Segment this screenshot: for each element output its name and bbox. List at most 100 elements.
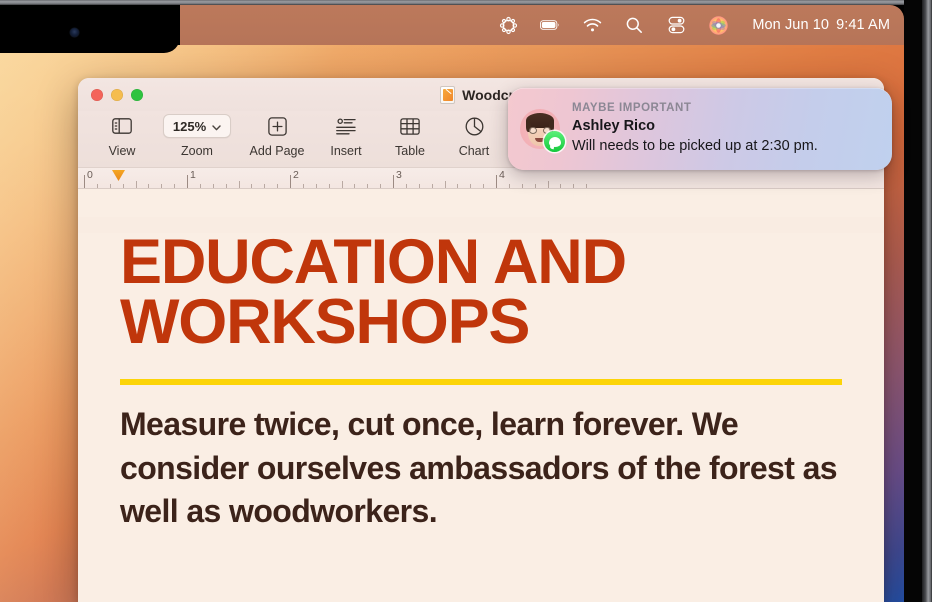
ruler-tick-minor bbox=[239, 181, 240, 188]
ruler-tick-major bbox=[187, 175, 188, 188]
ruler-tick-minor bbox=[213, 184, 214, 188]
ruler-tick-minor bbox=[123, 184, 124, 188]
control-center-icon[interactable] bbox=[666, 15, 686, 35]
document-ruler[interactable]: 0 1 2 3 4 bbox=[78, 167, 884, 189]
notification-banner[interactable]: MAYBE IMPORTANT Ashley Rico Will needs t… bbox=[508, 88, 892, 170]
ruler-tick-minor bbox=[329, 184, 330, 188]
notification-sender: Ashley Rico bbox=[572, 117, 655, 134]
messages-app-icon bbox=[544, 131, 565, 152]
ruler-tick-minor bbox=[445, 181, 446, 188]
ruler-tick-minor bbox=[483, 184, 484, 188]
first-line-indent-marker[interactable] bbox=[112, 170, 125, 181]
ruler-tick-minor bbox=[573, 184, 574, 188]
search-icon[interactable] bbox=[624, 15, 644, 35]
toolbar-chart-label: Chart bbox=[458, 144, 490, 158]
title-divider bbox=[120, 378, 842, 385]
ruler-mark-1: 1 bbox=[190, 169, 196, 181]
ruler-tick-minor bbox=[277, 184, 278, 188]
zoom-button[interactable] bbox=[131, 88, 143, 101]
traffic-lights bbox=[78, 88, 143, 101]
page-tagline: Measure twice, cut once, learn forever. … bbox=[120, 405, 838, 530]
toolbar-table-button[interactable]: Table bbox=[378, 114, 442, 158]
ruler-tick-major bbox=[84, 175, 85, 188]
toolbar-table-label: Table bbox=[395, 144, 425, 158]
page-top-margin bbox=[78, 189, 884, 217]
ruler-mark-2: 2 bbox=[293, 169, 299, 181]
ruler-tick-minor bbox=[380, 184, 381, 188]
ruler-tick-minor bbox=[251, 184, 252, 188]
ruler-tick-minor bbox=[586, 184, 587, 188]
ruler-tick-minor bbox=[560, 184, 561, 188]
ruler-tick-minor bbox=[316, 184, 317, 188]
insert-icon bbox=[336, 114, 356, 138]
ruler-tick-minor bbox=[161, 184, 162, 188]
ruler-mark-3: 3 bbox=[396, 169, 402, 181]
toolbar-add-page-button[interactable]: Add Page bbox=[240, 114, 314, 158]
ruler-tick-minor bbox=[535, 184, 536, 188]
toolbar-zoom-control[interactable]: 125% Zoom bbox=[154, 114, 240, 158]
ruler-tick-minor bbox=[457, 184, 458, 188]
toolbar-chart-button[interactable]: Chart bbox=[442, 114, 506, 158]
ruler-tick-minor bbox=[406, 184, 407, 188]
toolbar-add-page-label: Add Page bbox=[249, 144, 305, 158]
menu-bar-clock[interactable]: Mon Jun 10 9:41 AM bbox=[752, 17, 890, 33]
siri-icon[interactable] bbox=[498, 15, 518, 35]
laptop-screen: Mon Jun 10 9:41 AM Woodcra View 125% Zoo… bbox=[0, 0, 932, 602]
ruler-tick-minor bbox=[148, 184, 149, 188]
wifi-icon[interactable] bbox=[582, 15, 602, 35]
ruler-tick-minor bbox=[110, 184, 111, 188]
ruler-tick-minor bbox=[342, 181, 343, 188]
page-title: EDUCATION AND WORKSHOPS bbox=[120, 227, 627, 357]
ruler-tick-major bbox=[496, 175, 497, 188]
ruler-mark-4: 4 bbox=[499, 169, 505, 181]
ruler-tick-minor bbox=[200, 184, 201, 188]
zoom-value: 125% bbox=[172, 118, 207, 134]
notification-text: MAYBE IMPORTANT Ashley Rico Will needs t… bbox=[572, 101, 876, 157]
bezel-black-right bbox=[904, 0, 922, 602]
ruler-mark-0: 0 bbox=[87, 169, 93, 181]
ruler-tick-minor bbox=[226, 184, 227, 188]
plus-square-icon bbox=[267, 114, 287, 138]
ruler-tick-minor bbox=[264, 184, 265, 188]
sidebar-icon bbox=[112, 114, 132, 138]
menu-bar-status-icons bbox=[498, 15, 728, 35]
toolbar-insert-label: Insert bbox=[330, 144, 362, 158]
ruler-tick-minor bbox=[136, 181, 137, 188]
ruler-tick-minor bbox=[174, 184, 175, 188]
pages-document-icon bbox=[440, 85, 456, 104]
toolbar-view-button[interactable]: View bbox=[90, 114, 154, 158]
display-notch bbox=[0, 5, 180, 53]
chevron-down-icon bbox=[212, 119, 221, 134]
pie-chart-icon bbox=[465, 114, 484, 138]
menu-bar-time: 9:41 AM bbox=[836, 17, 890, 33]
bezel-right bbox=[922, 0, 932, 602]
ruler-tick-minor bbox=[522, 184, 523, 188]
ruler-tick-minor bbox=[548, 181, 549, 188]
menu-bar-date: Mon Jun 10 bbox=[752, 17, 830, 33]
toolbar-insert-button[interactable]: Insert bbox=[314, 114, 378, 158]
close-button[interactable] bbox=[91, 88, 103, 101]
battery-icon[interactable] bbox=[540, 15, 560, 35]
ruler-tick-minor bbox=[419, 184, 420, 188]
ruler-tick-minor bbox=[470, 184, 471, 188]
ruler-tick-minor bbox=[354, 184, 355, 188]
minimize-button[interactable] bbox=[111, 88, 123, 101]
table-icon bbox=[400, 114, 420, 138]
zoom-select[interactable]: 125% bbox=[162, 114, 232, 138]
camera-icon bbox=[70, 28, 79, 37]
ruler-tick-minor bbox=[303, 184, 304, 188]
toolbar-zoom-label: Zoom bbox=[181, 144, 213, 158]
ruler-tick-major bbox=[290, 175, 291, 188]
notification-kicker: MAYBE IMPORTANT bbox=[572, 101, 692, 114]
avatar bbox=[520, 109, 565, 152]
photos-icon[interactable] bbox=[708, 15, 728, 35]
ruler-tick-minor bbox=[432, 184, 433, 188]
ruler-tick-major bbox=[393, 175, 394, 188]
ruler-tick-minor bbox=[509, 184, 510, 188]
page-sheet[interactable]: EDUCATION AND WORKSHOPS Measure twice, c… bbox=[78, 227, 884, 602]
notification-message: Will needs to be picked up at 2:30 pm. bbox=[572, 138, 818, 155]
toolbar-view-label: View bbox=[108, 144, 136, 158]
document-canvas[interactable]: EDUCATION AND WORKSHOPS Measure twice, c… bbox=[78, 189, 884, 602]
ruler-tick-minor bbox=[97, 184, 98, 188]
menu-bar: Mon Jun 10 9:41 AM bbox=[180, 5, 904, 45]
